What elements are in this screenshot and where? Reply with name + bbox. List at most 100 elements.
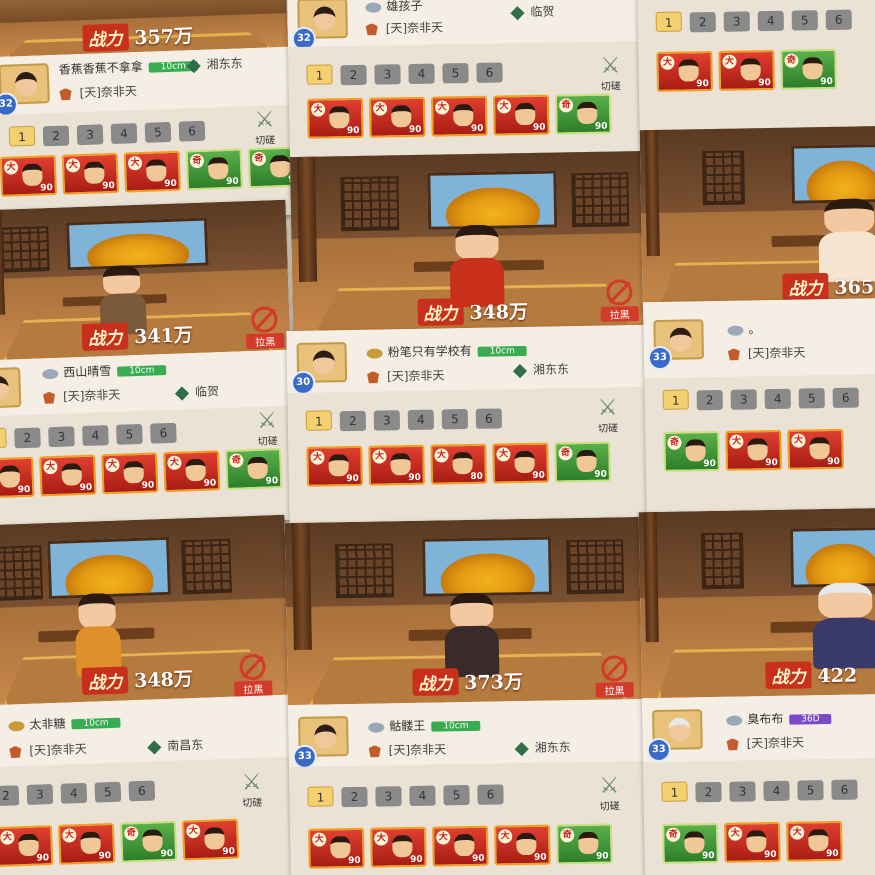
hero-unit-card[interactable]: 奇90 [225, 448, 283, 491]
spar-button[interactable]: ⚔ 切磋 [589, 395, 626, 435]
blacklist-button[interactable]: 拉黑 [600, 279, 639, 322]
tab-5[interactable]: 5 [144, 121, 172, 143]
blacklist-button[interactable]: 拉黑 [595, 655, 634, 698]
tab-4[interactable]: 4 [408, 63, 435, 85]
hero-unit-card[interactable]: 奇90 [247, 146, 294, 189]
hero-character[interactable] [73, 592, 123, 677]
hero-unit-card[interactable]: 大90 [57, 822, 116, 865]
tab-1[interactable]: 1 [8, 125, 36, 147]
hero-unit-card[interactable]: 奇90 [663, 430, 720, 472]
tab-5[interactable]: 5 [798, 388, 825, 409]
tab-2[interactable]: 2 [14, 427, 41, 449]
hero-unit-card[interactable]: 大90 [492, 442, 549, 484]
spar-button[interactable]: ⚔ 切磋 [233, 770, 270, 810]
tab-6[interactable]: 6 [475, 408, 503, 429]
tab-5[interactable]: 5 [443, 784, 470, 806]
tab-5[interactable]: 5 [441, 409, 469, 430]
hero-unit-card[interactable]: 大90 [724, 821, 781, 863]
hero-unit-card[interactable]: 大90 [0, 825, 54, 868]
hero-unit-card[interactable]: 大90 [0, 154, 58, 197]
spar-button[interactable]: ⚔ 切磋 [591, 773, 628, 813]
hero-unit-card[interactable]: 大90 [308, 827, 365, 869]
hero-unit-card[interactable]: 奇90 [556, 823, 613, 865]
hero-unit-card[interactable]: 大90 [39, 454, 97, 497]
avatar[interactable] [0, 367, 22, 409]
blacklist-button[interactable]: 拉黑 [233, 653, 273, 697]
hero-unit-card[interactable]: 大90 [656, 50, 713, 92]
tab-4[interactable]: 4 [60, 782, 88, 804]
tab-2[interactable]: 2 [339, 410, 367, 432]
hero-unit-card[interactable]: 大90 [368, 444, 425, 486]
hero-character[interactable] [811, 582, 875, 670]
tab-3[interactable]: 3 [76, 124, 104, 146]
hero-unit-card[interactable]: 大90 [494, 824, 551, 866]
hero-unit-card[interactable]: 大90 [787, 428, 844, 470]
tab-6[interactable]: 6 [831, 779, 858, 800]
tab-2[interactable]: 2 [0, 785, 20, 807]
tab-3[interactable]: 3 [373, 410, 401, 431]
hero-unit-card[interactable]: 奇90 [662, 822, 719, 864]
tab-6[interactable]: 6 [825, 9, 852, 31]
hero-unit-card[interactable]: 大90 [725, 429, 782, 471]
tab-1[interactable]: 1 [655, 11, 682, 32]
tab-4[interactable]: 4 [110, 123, 138, 145]
tab-1[interactable]: 1 [0, 427, 7, 449]
tab-3[interactable]: 3 [723, 11, 750, 32]
tab-1[interactable]: 1 [305, 410, 333, 431]
hero-character[interactable] [818, 198, 875, 282]
hero-unit-card[interactable]: 大90 [306, 445, 363, 487]
hero-unit-card[interactable]: 大 80 [430, 443, 487, 485]
tab-5[interactable]: 5 [116, 423, 143, 445]
hero-unit-card[interactable]: 奇90 [554, 441, 611, 483]
tab-3[interactable]: 3 [729, 781, 756, 802]
hero-character[interactable] [444, 592, 500, 677]
tab-6[interactable]: 6 [178, 120, 206, 142]
hero-unit-card[interactable]: 大90 [432, 825, 489, 867]
tab-6[interactable]: 6 [476, 62, 503, 83]
tab-5[interactable]: 5 [442, 63, 469, 84]
tab-6[interactable]: 6 [832, 387, 859, 408]
hero-unit-card[interactable]: 大90 [163, 450, 221, 493]
hero-unit-card[interactable]: 奇90 [780, 48, 837, 90]
tab-3[interactable]: 3 [48, 426, 75, 448]
hero-unit-card[interactable]: 大90 [492, 94, 550, 136]
tab-3[interactable]: 3 [26, 784, 54, 805]
tab-2[interactable]: 2 [696, 389, 723, 411]
hero-unit-card[interactable]: 大90 [123, 150, 182, 193]
tab-3[interactable]: 3 [375, 786, 402, 807]
tab-3[interactable]: 3 [374, 64, 401, 85]
tab-5[interactable]: 5 [797, 780, 824, 801]
tab-2[interactable]: 2 [42, 125, 70, 147]
tab-5[interactable]: 5 [94, 781, 122, 803]
tab-4[interactable]: 4 [409, 785, 436, 807]
tab-1[interactable]: 1 [306, 64, 333, 85]
tab-4[interactable]: 4 [763, 780, 790, 802]
tab-3[interactable]: 3 [730, 389, 757, 410]
hero-unit-card[interactable]: 奇90 [554, 93, 612, 135]
tab-6[interactable]: 6 [128, 780, 156, 802]
tab-1[interactable]: 1 [661, 781, 688, 802]
hero-unit-card[interactable]: 大90 [368, 96, 426, 138]
hero-unit-card[interactable]: 大90 [786, 820, 843, 862]
hero-unit-card[interactable]: 大90 [306, 97, 364, 139]
tab-2[interactable]: 2 [340, 64, 367, 86]
hero-unit-card[interactable]: 大90 [101, 452, 159, 495]
tab-5[interactable]: 5 [791, 10, 818, 31]
hero-unit-card[interactable]: 大90 [370, 826, 427, 868]
tab-4[interactable]: 4 [407, 409, 435, 431]
tab-2[interactable]: 2 [689, 11, 716, 33]
spar-button[interactable]: ⚔ 切磋 [592, 53, 629, 93]
spar-button[interactable]: ⚔ 切磋 [249, 408, 286, 448]
hero-unit-card[interactable]: 大90 [61, 152, 120, 195]
hero-unit-card[interactable]: 大90 [0, 456, 35, 499]
spar-button[interactable]: ⚔ 切磋 [246, 107, 283, 147]
tab-4[interactable]: 4 [82, 425, 109, 446]
hero-unit-card[interactable]: 奇90 [185, 148, 243, 191]
blacklist-button[interactable]: 拉黑 [245, 306, 285, 350]
hero-unit-card[interactable]: 奇90 [119, 820, 178, 863]
tab-2[interactable]: 2 [341, 786, 368, 808]
hero-unit-card[interactable]: 大90 [718, 49, 775, 91]
tab-1[interactable]: 1 [307, 786, 334, 807]
hero-unit-card[interactable]: 大90 [181, 818, 240, 861]
tab-1[interactable]: 1 [662, 389, 689, 410]
